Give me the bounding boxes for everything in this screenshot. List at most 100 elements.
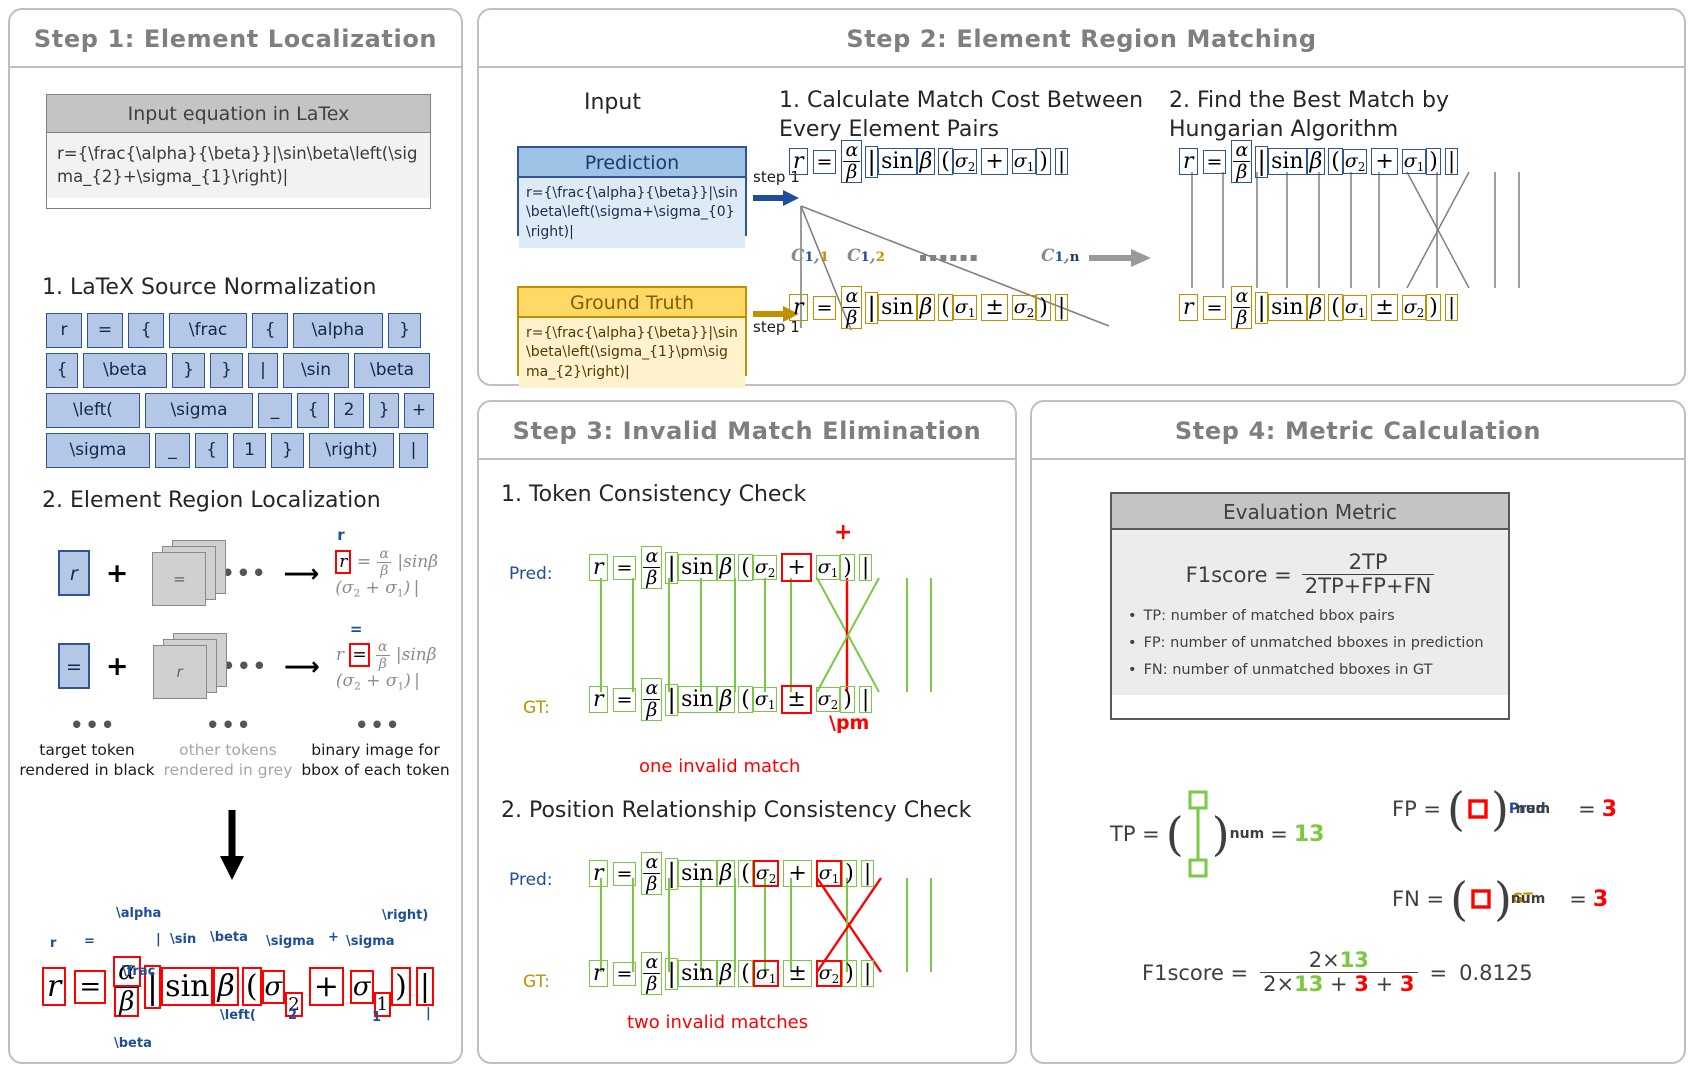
annotation-sigma-2: \sigma: [346, 934, 395, 949]
token-cell[interactable]: _: [155, 433, 190, 468]
ground-truth-header: Ground Truth: [519, 288, 745, 318]
annotation-right-paren: \right): [382, 908, 429, 923]
prediction-box: Prediction r={\frac{\alpha}{\beta}}|\sin…: [517, 146, 747, 248]
fn-equation: FN = ( ) GT num = 3: [1392, 872, 1609, 926]
tp-glyph-icon: [1188, 790, 1208, 878]
token-cell[interactable]: |: [399, 433, 428, 468]
token-cell[interactable]: \beta: [83, 353, 167, 388]
right-arrow-icon: ⟶: [283, 558, 320, 588]
plus-token-annotation: +: [834, 520, 853, 545]
token-cell[interactable]: \alpha: [293, 313, 383, 348]
token-cell[interactable]: {: [297, 393, 329, 428]
token-cell[interactable]: 2: [334, 393, 364, 428]
target-token-tile[interactable]: =: [58, 643, 90, 689]
panel-step-4: Step 4: Metric Calculation Evaluation Me…: [1030, 400, 1686, 1064]
annotation-one: 1: [372, 1010, 382, 1025]
token-cell[interactable]: \right): [309, 433, 394, 468]
metric-bullets: TP: number of matched bbox pairs FP: num…: [1128, 603, 1492, 683]
fp-glyph-icon: [1468, 799, 1488, 819]
token-row: \left( \sigma _ { 2 } +: [46, 393, 436, 428]
annotation-eq: =: [84, 934, 95, 949]
token-cell[interactable]: \left(: [46, 393, 140, 428]
annotation-sigma-1: \sigma: [266, 934, 315, 949]
step-4-body: Evaluation Metric F1score = 2TP 2TP+FP+F…: [1032, 460, 1684, 1062]
ground-truth-box: Ground Truth r={\frac{\alpha}{\beta}}|\s…: [517, 286, 747, 388]
fn-glyph-icon: [1471, 889, 1491, 909]
token-cell[interactable]: }: [388, 313, 421, 348]
f1-formula-label: F1score =: [1185, 562, 1292, 587]
other-tokens-stack: r: [145, 633, 227, 699]
element-region-localization-title: 2. Element Region Localization: [42, 488, 381, 513]
f1-denominator: 2TP+FP+FN: [1301, 574, 1435, 597]
tp-sub: num: [1229, 826, 1265, 842]
evaluation-metric-body: F1score = 2TP 2TP+FP+FN TP: number of ma…: [1112, 530, 1508, 696]
prediction-header: Prediction: [519, 148, 745, 178]
equation-strip-groundtruth-left: r = αβ | sin β ( σ1 ± σ2 ) |: [789, 286, 1069, 329]
annotation-label: r: [337, 525, 345, 544]
stage-arrow-icon: [1089, 249, 1151, 267]
token-row: r = { \frac { \alpha }: [46, 313, 436, 348]
token-cell[interactable]: }: [369, 393, 399, 428]
annotation-alpha: \alpha: [116, 906, 162, 921]
gt-label-2: GT:: [523, 972, 550, 992]
right-arrow-icon: ⟶: [284, 651, 320, 681]
annotated-equation: r = αβ | sin β ( σ 2 + σ 1 ) | r = \alph…: [28, 906, 448, 1068]
caption-two-invalid-matches: two invalid matches: [627, 1012, 809, 1033]
annotation-beta: \beta: [210, 930, 248, 945]
annotation-plus: +: [328, 930, 339, 945]
token-cell[interactable]: +: [404, 393, 434, 428]
token-grid: r = { \frac { \alpha } { \beta } } | \si…: [46, 313, 436, 473]
token-cell[interactable]: \frac: [169, 313, 247, 348]
equation-strip-prediction-right: r = αβ | sin β ( σ2 + σ1 ) |: [1179, 140, 1459, 183]
f1-final-den-d: 3: [1354, 972, 1369, 996]
fn-value: 3: [1592, 886, 1609, 912]
pred-label-1: Pred:: [509, 564, 553, 584]
fp-value: 3: [1601, 796, 1618, 822]
annotation-frac: \frac: [122, 964, 156, 979]
token-cell[interactable]: =: [87, 313, 123, 348]
fp-equation: FP = ( ) Pred num = 3: [1392, 782, 1618, 836]
caption-other-tokens: other tokens rendered in grey: [163, 741, 293, 780]
tp-equals: =: [1270, 822, 1288, 846]
cost-label-c1n: C1,n: [1041, 246, 1080, 266]
input-equation-box: Input equation in LaTex r={\frac{\alpha}…: [46, 94, 431, 209]
fp-sub: num: [1515, 801, 1551, 817]
token-cell[interactable]: }: [210, 353, 243, 388]
target-token-tile[interactable]: r: [58, 550, 90, 596]
position-consistency-title: 2. Position Relationship Consistency Che…: [501, 798, 972, 823]
token-cell[interactable]: {: [46, 353, 78, 388]
other-token-label: =: [173, 570, 186, 588]
f1-final-den-f: 3: [1399, 972, 1415, 996]
tp-label: TP =: [1110, 822, 1160, 846]
cost-ellipsis: ▪▪▪▪▪▪: [919, 250, 980, 264]
pm-token-annotation: \pm: [829, 712, 870, 734]
token-cell[interactable]: \sigma: [145, 393, 253, 428]
input-equation-header: Input equation in LaTex: [47, 95, 430, 133]
f1-final-label: F1score =: [1142, 960, 1249, 985]
token-cell[interactable]: }: [271, 433, 304, 468]
token-cell[interactable]: r: [46, 313, 82, 348]
token-cell[interactable]: |: [248, 353, 278, 388]
token-cell[interactable]: \sigma: [46, 433, 150, 468]
token-cell[interactable]: \beta: [354, 353, 430, 388]
annotation-bar: |: [156, 932, 161, 947]
bullet-tp: TP: number of matched bbox pairs: [1128, 603, 1492, 630]
token-cell[interactable]: {: [128, 313, 164, 348]
token-cell[interactable]: }: [172, 353, 205, 388]
ground-truth-latex: r={\frac{\alpha}{\beta}}|\sin\beta\left(…: [519, 318, 745, 388]
tp-value: 13: [1293, 821, 1325, 847]
token-cell[interactable]: {: [195, 433, 228, 468]
token-row: { \beta } } | \sin \beta: [46, 353, 436, 388]
fn-label: FN =: [1392, 887, 1445, 911]
f1-final-result: 0.8125: [1459, 960, 1533, 985]
fn-equals: =: [1569, 887, 1587, 911]
f1-numerator: 2TP: [1348, 550, 1388, 574]
evaluation-metric-box: Evaluation Metric F1score = 2TP 2TP+FP+F…: [1110, 492, 1510, 720]
localization-row: = + r ••• ⟶ = r = αβ |sinβ (σ2 + σ1) |: [58, 620, 461, 699]
token-cell[interactable]: \sin: [283, 353, 349, 388]
token-cell[interactable]: {: [252, 313, 288, 348]
annotation-bar-end: |: [426, 1006, 431, 1021]
f1-final-calculation: F1score = 2×13 2×13 + 3 + 3 = 0.8125: [1142, 950, 1533, 995]
token-cell[interactable]: _: [258, 393, 292, 428]
token-cell[interactable]: 1: [233, 433, 266, 468]
